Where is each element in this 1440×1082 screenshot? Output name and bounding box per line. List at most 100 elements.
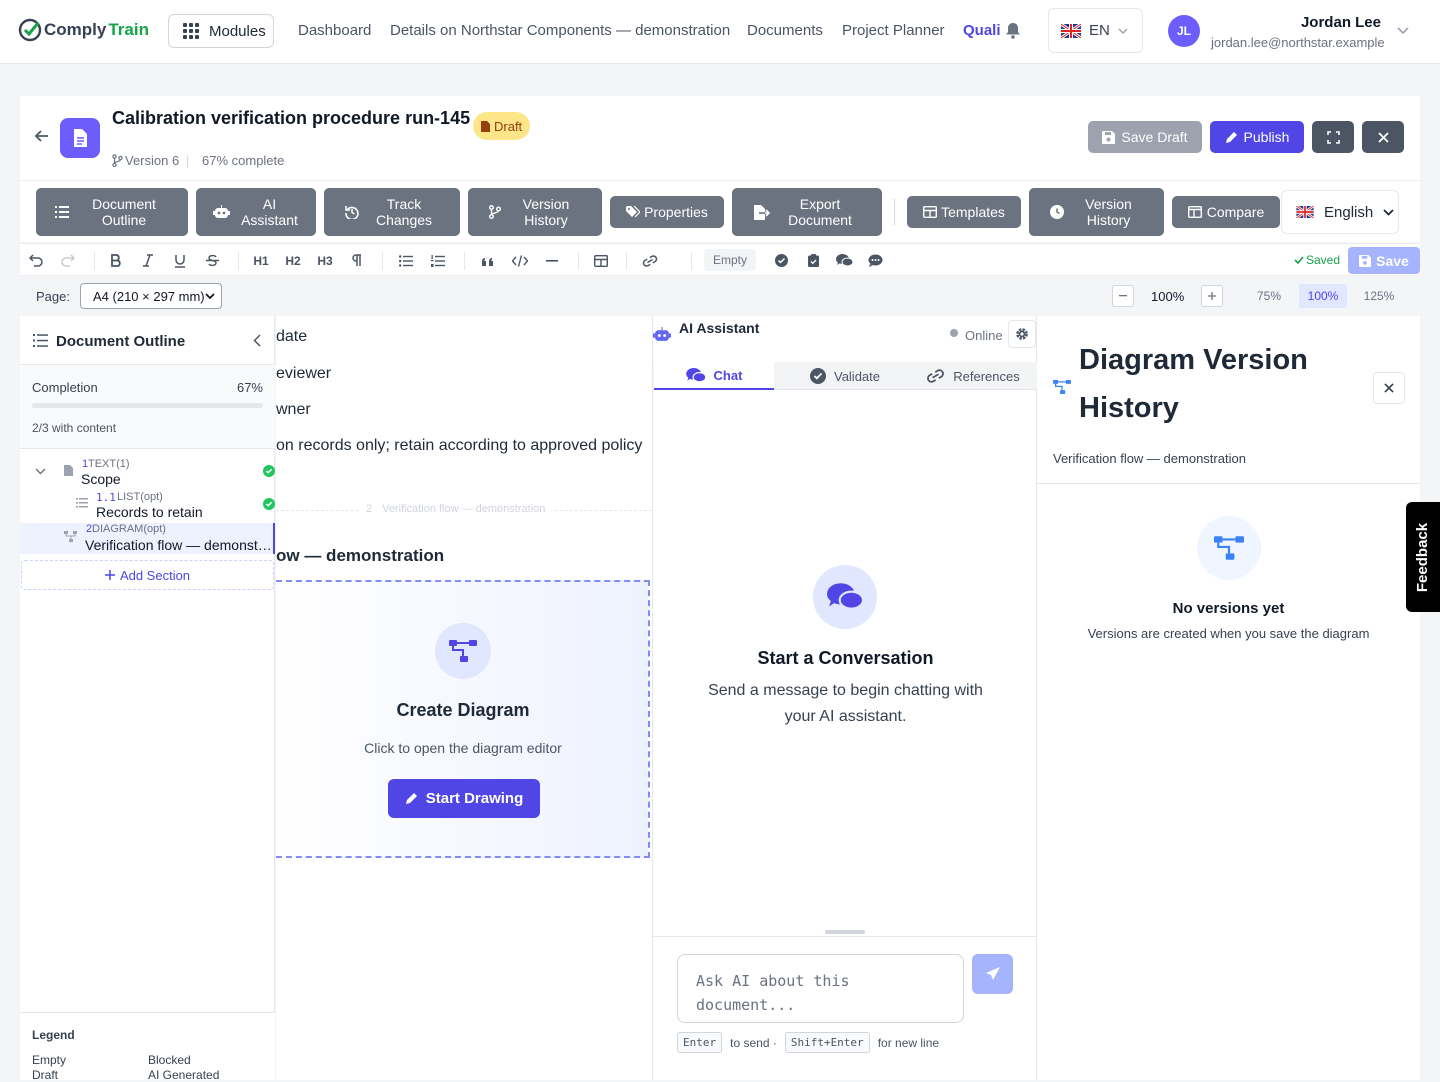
robot-icon (653, 327, 671, 342)
bullet-list-icon[interactable] (396, 244, 416, 277)
language-select[interactable]: EN (1048, 8, 1143, 53)
redo-icon[interactable] (58, 244, 78, 277)
nav-link-project-details[interactable]: Details on Northstar Components — demons… (390, 22, 730, 39)
templates-button[interactable]: Templates (907, 196, 1021, 228)
comments-icon (827, 583, 863, 610)
ai-assistant-panel: AI Assistant Online Chat Validate Refere… (652, 316, 1038, 1080)
horizontal-rule-icon[interactable] (542, 244, 562, 277)
nav-link-documents[interactable]: Documents (747, 22, 823, 39)
nav-link-project-planner[interactable]: Project Planner (842, 22, 945, 39)
ai-settings-button[interactable] (1008, 320, 1036, 348)
zoom-preset-75[interactable]: 75% (1244, 284, 1294, 308)
publish-button[interactable]: Publish (1210, 121, 1304, 153)
nav-link-quality[interactable]: Quali (963, 22, 1001, 39)
numbered-list-icon[interactable] (428, 244, 448, 277)
document-text-line[interactable]: date (276, 328, 307, 346)
zoom-preset-125[interactable]: 125% (1354, 284, 1404, 308)
diagram-placeholder[interactable]: Create Diagram Click to open the diagram… (276, 580, 650, 858)
section-type: DIAGRAM(opt) (92, 523, 166, 535)
start-drawing-button[interactable]: Start Drawing (388, 779, 540, 818)
add-section-button[interactable]: Add Section (21, 560, 274, 590)
collapse-panel-chevron-icon[interactable] (253, 334, 261, 347)
page-size-select[interactable]: A4 (210 × 297 mm) (80, 283, 222, 309)
track-changes-label: Track Changes (375, 196, 433, 228)
chevron-down-icon[interactable] (35, 468, 46, 475)
save-draft-button[interactable]: Save Draft (1088, 121, 1202, 153)
outline-section-1[interactable]: 1 TEXT(1) Scope (20, 456, 275, 490)
modules-button[interactable]: Modules (168, 14, 274, 48)
bell-icon[interactable] (1005, 22, 1021, 39)
document-text-line[interactable]: on records only; retain according to app… (276, 437, 642, 455)
export-document-button[interactable]: Export Document (732, 188, 882, 236)
bold-icon[interactable] (106, 244, 126, 277)
back-arrow-icon[interactable] (34, 128, 50, 144)
outline-section-1-1[interactable]: 1.1 LIST(opt) Records to retain (20, 489, 275, 523)
user-menu-chevron-icon[interactable] (1397, 27, 1409, 35)
paragraph-icon[interactable] (348, 244, 366, 277)
zoom-in-button[interactable] (1201, 285, 1223, 307)
send-button[interactable] (972, 954, 1013, 994)
status-badge-label: Draft (494, 118, 523, 134)
strikethrough-icon[interactable] (202, 244, 222, 277)
close-diagram-history-button[interactable] (1373, 372, 1405, 404)
file-text-icon (64, 465, 73, 476)
italic-icon[interactable] (138, 244, 158, 277)
file-export-icon (754, 204, 770, 220)
version-history-secondary-button[interactable]: Version History (1029, 188, 1164, 236)
code-icon[interactable] (510, 244, 530, 277)
brand-logo[interactable]: Comply Train (18, 18, 149, 42)
table-icon[interactable] (591, 244, 611, 277)
check-circle-icon[interactable] (772, 244, 790, 277)
tab-references[interactable]: References (909, 362, 1037, 390)
outline-section-2[interactable]: 2 DIAGRAM(opt) Verification flow — demon… (20, 523, 275, 554)
document-outline-panel: Document Outline Completion 67% 2/3 with… (20, 316, 275, 1082)
comment-dots-icon[interactable] (866, 244, 884, 277)
track-changes-button[interactable]: Track Changes (324, 188, 460, 236)
ai-assistant-button[interactable]: AI Assistant (196, 188, 316, 236)
link-icon[interactable] (640, 244, 660, 277)
expand-icon (1326, 130, 1340, 144)
undo-icon[interactable] (26, 244, 46, 277)
heading1-button[interactable]: H1 (250, 244, 272, 277)
tab-chat[interactable]: Chat (654, 362, 774, 390)
heading3-button[interactable]: H3 (314, 244, 336, 277)
resize-handle[interactable] (825, 930, 865, 934)
feedback-button[interactable]: Feedback (1406, 502, 1440, 612)
close-button[interactable] (1362, 121, 1404, 153)
file-icon (481, 120, 490, 132)
fullscreen-button[interactable] (1312, 121, 1354, 153)
format-separator (238, 252, 239, 270)
clipboard-check-icon[interactable] (804, 244, 822, 277)
diagram-history-subtitle: Verification flow — demonstration (1053, 451, 1246, 466)
chat-input[interactable]: Ask AI about this document... (677, 954, 964, 1023)
underline-icon[interactable] (170, 244, 190, 277)
document-outline-button[interactable]: Document Outline (36, 188, 188, 236)
user-info[interactable]: Jordan Lee jordan.lee@northstar.example (1211, 14, 1385, 50)
format-separator (578, 252, 579, 270)
panel-divider (1037, 483, 1420, 484)
properties-button[interactable]: Properties (610, 196, 724, 228)
properties-label: Properties (644, 204, 708, 220)
completion-label: Completion (32, 380, 98, 395)
tab-validate[interactable]: Validate (781, 362, 909, 390)
add-section-label: Add Section (119, 567, 191, 583)
format-separator (382, 252, 383, 270)
section-status-chip[interactable]: Empty (704, 249, 756, 271)
nav-link-dashboard[interactable]: Dashboard (298, 22, 371, 39)
compare-button[interactable]: Compare (1172, 196, 1280, 228)
zoom-preset-100[interactable]: 100% (1299, 284, 1347, 308)
avatar[interactable]: JL (1168, 15, 1200, 47)
document-language-select[interactable]: English (1281, 190, 1399, 234)
divider-number: 2 (366, 503, 373, 515)
legend: Legend Empty Blocked Draft AI Generated (20, 1012, 275, 1082)
zoom-out-button[interactable] (1112, 285, 1134, 307)
comments-icon[interactable] (834, 244, 854, 277)
document-text-line[interactable]: wner (276, 401, 311, 419)
document-text-line[interactable]: eviewer (276, 365, 331, 383)
section-type: LIST(opt) (117, 491, 163, 503)
heading2-button[interactable]: H2 (282, 244, 304, 277)
version-history-button[interactable]: Version History (468, 188, 602, 236)
save-button[interactable]: Save (1348, 247, 1420, 274)
quote-icon[interactable] (478, 244, 498, 277)
complete-check-icon (263, 465, 275, 477)
